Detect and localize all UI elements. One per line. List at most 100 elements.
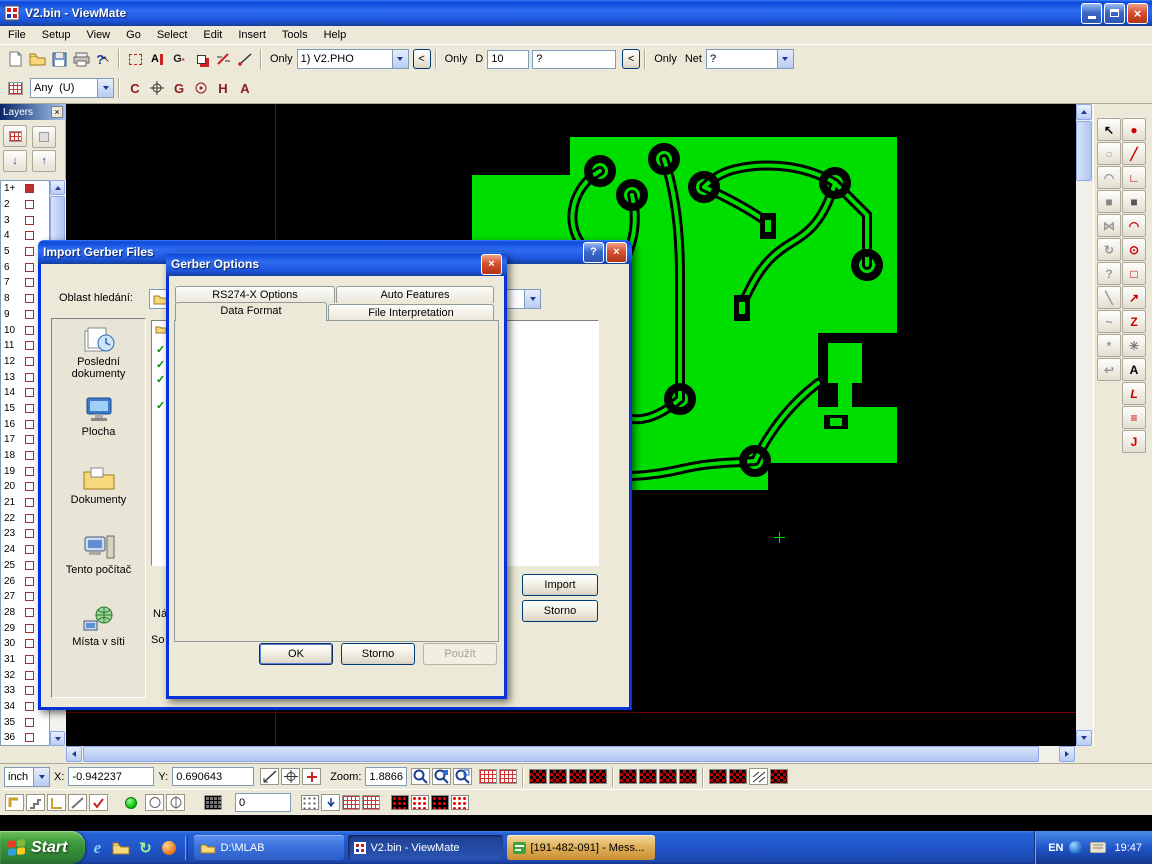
layer-number[interactable]: 32 — [1, 670, 25, 681]
close-button[interactable]: × — [1127, 3, 1148, 24]
refresh-shortcut-icon[interactable]: ↻ — [135, 838, 155, 858]
select-region-icon[interactable] — [124, 48, 146, 70]
layer-color-swatch[interactable] — [25, 482, 34, 491]
layer-number[interactable]: 1+ — [1, 183, 25, 194]
layer-color-swatch[interactable] — [25, 608, 34, 617]
layer-color-swatch[interactable] — [25, 404, 34, 413]
place-network[interactable]: Místa v síti — [52, 605, 145, 648]
layer-row[interactable]: 35 — [1, 714, 49, 730]
layer-number[interactable]: 26 — [1, 576, 25, 587]
scroll-thumb[interactable] — [1076, 121, 1092, 181]
close-icon[interactable]: × — [606, 242, 627, 263]
layer-number[interactable]: 23 — [1, 528, 25, 539]
layer-settings-icon[interactable] — [32, 126, 56, 148]
keyboard-tray-icon[interactable] — [1090, 842, 1106, 854]
move-layer-up-icon[interactable]: ↑ — [32, 150, 56, 172]
context-help-icon[interactable]: ?↖ — [92, 48, 114, 70]
diagonal-tool-icon[interactable] — [68, 794, 87, 811]
prev-layer-button[interactable]: < — [413, 49, 431, 69]
layer-number[interactable]: 29 — [1, 623, 25, 634]
diameter-icon[interactable] — [166, 794, 185, 811]
close-icon[interactable]: × — [51, 106, 63, 118]
layer-number[interactable]: 27 — [1, 591, 25, 602]
gerber-code-icon[interactable]: G▪ — [168, 48, 190, 70]
pattern-fill-8-icon[interactable] — [679, 769, 697, 784]
vector-tool-icon[interactable]: ↗ — [1122, 286, 1146, 309]
undo-tool-icon[interactable]: ↩ — [1097, 358, 1121, 381]
scroll-thumb[interactable] — [83, 746, 1039, 762]
any-filter-combo[interactable]: Any (U) — [30, 78, 114, 98]
wave-tool-icon[interactable]: ~ — [1097, 310, 1121, 333]
layer-color-swatch[interactable] — [25, 357, 34, 366]
circle-pad-tool-icon[interactable]: ⊙ — [1122, 238, 1146, 261]
layer-color-swatch[interactable] — [25, 373, 34, 382]
new-file-icon[interactable] — [4, 48, 26, 70]
slash-tool-icon[interactable]: ╲ — [1097, 286, 1121, 309]
canvas-hscrollbar[interactable] — [66, 746, 1076, 763]
layer-number[interactable]: 33 — [1, 685, 25, 696]
stack-layers-icon[interactable] — [190, 48, 212, 70]
dcode-query-field[interactable]: ? — [532, 50, 616, 69]
pattern-fill-6-icon[interactable] — [639, 769, 657, 784]
steps-tool-icon[interactable] — [26, 794, 45, 811]
browser-shortcut-icon[interactable] — [159, 838, 179, 858]
menu-help[interactable]: Help — [316, 27, 355, 43]
snap-grid-icon[interactable] — [204, 795, 222, 810]
menu-go[interactable]: Go — [118, 27, 149, 43]
pattern-fill-9-icon[interactable] — [709, 769, 727, 784]
text-tool-icon[interactable]: A — [1122, 358, 1146, 381]
circle-select-icon[interactable] — [145, 794, 164, 811]
chevron-down-icon[interactable] — [97, 79, 113, 97]
tray-app-icon[interactable] — [1069, 841, 1082, 854]
only-dcode-label[interactable]: Only — [445, 53, 468, 65]
open-file-icon[interactable] — [26, 48, 48, 70]
layer-color-swatch[interactable] — [25, 718, 34, 727]
layer-number[interactable]: 17 — [1, 434, 25, 445]
layer-color-swatch[interactable] — [25, 467, 34, 476]
layer-color-swatch[interactable] — [25, 294, 34, 303]
layer-color-swatch[interactable] — [25, 420, 34, 429]
scroll-down-icon[interactable] — [1076, 730, 1092, 746]
layer-color-swatch[interactable] — [25, 686, 34, 695]
layer-number[interactable]: 12 — [1, 356, 25, 367]
layer-number[interactable]: 18 — [1, 450, 25, 461]
layer-color-swatch[interactable] — [25, 310, 34, 319]
measure-distance-icon[interactable] — [260, 768, 279, 785]
help-icon[interactable]: ? — [583, 242, 604, 263]
hole-tool-icon[interactable]: H — [212, 77, 234, 99]
pattern-fill-7-icon[interactable] — [659, 769, 677, 784]
pattern-fill-5-icon[interactable] — [619, 769, 637, 784]
cancel-button[interactable]: Storno — [522, 600, 598, 622]
scroll-down-icon[interactable] — [50, 731, 65, 746]
origin-icon[interactable] — [281, 768, 300, 785]
ok-button[interactable]: OK — [259, 643, 333, 665]
tab-rs274x-options[interactable]: RS274-X Options — [175, 286, 335, 303]
print-icon[interactable] — [70, 48, 92, 70]
pad-tool-icon[interactable]: ● — [1122, 118, 1146, 141]
annotation-tool-icon[interactable]: A — [234, 77, 256, 99]
internet-explorer-icon[interactable]: e — [87, 838, 107, 858]
chevron-down-icon[interactable] — [33, 768, 49, 786]
place-documents[interactable]: Dokumenty — [52, 465, 145, 506]
layer-number[interactable]: 7 — [1, 277, 25, 288]
layer-color-swatch[interactable] — [25, 341, 34, 350]
layer-color-swatch[interactable] — [25, 577, 34, 586]
chevron-down-icon[interactable] — [524, 290, 540, 308]
l-shape-tool-icon[interactable]: L — [1122, 382, 1146, 405]
layer-number[interactable]: 36 — [1, 732, 25, 743]
tab-file-interpretation[interactable]: File Interpretation — [328, 304, 494, 321]
j-hook-tool-icon[interactable]: J — [1122, 430, 1146, 453]
array-grid-icon[interactable] — [342, 795, 360, 810]
scroll-right-icon[interactable] — [1059, 746, 1075, 762]
minimize-button[interactable] — [1081, 3, 1102, 24]
layers-panel-header[interactable]: Layers × — [0, 104, 66, 120]
place-my-computer[interactable]: Tento počítač — [52, 533, 145, 576]
layer-color-swatch[interactable] — [25, 200, 34, 209]
layer-number[interactable]: 19 — [1, 466, 25, 477]
mirror-tool-icon[interactable]: ⋈ — [1097, 214, 1121, 237]
crosshair-icon[interactable] — [146, 77, 168, 99]
gerber-tool-icon[interactable]: G — [168, 77, 190, 99]
net-combo[interactable]: ? — [706, 49, 794, 69]
layers-stack-tool-icon[interactable]: ≡ — [1122, 406, 1146, 429]
scroll-up-icon[interactable] — [1076, 104, 1092, 120]
